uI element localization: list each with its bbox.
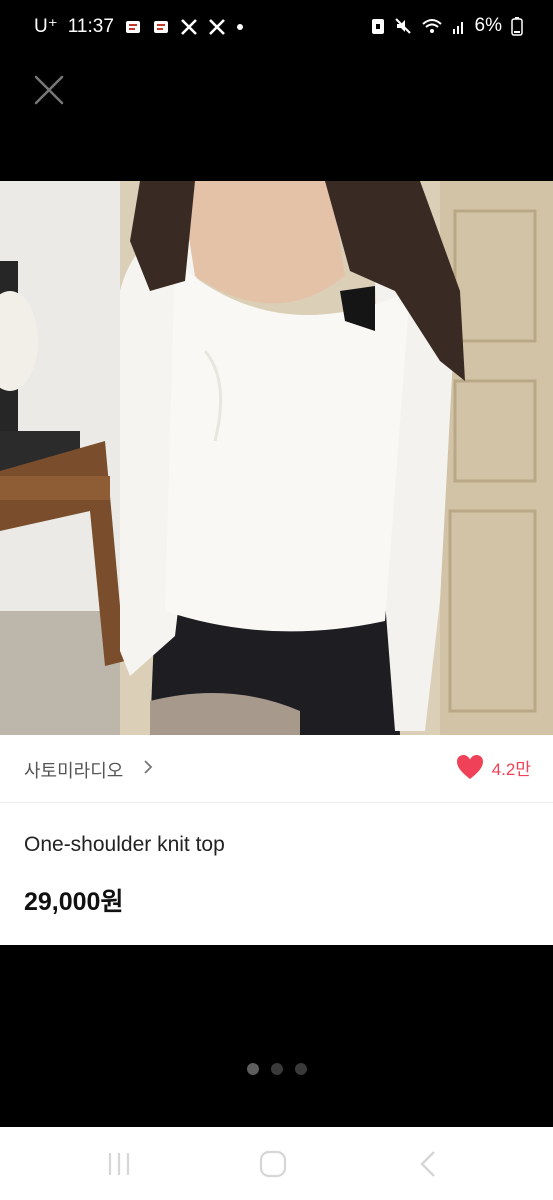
more-notifications-icon	[236, 23, 243, 30]
status-right: 6%	[371, 15, 523, 37]
shop-row[interactable]: 사토미라디오 4.2만	[0, 735, 553, 803]
pager-dot[interactable]	[246, 1063, 259, 1075]
heart-icon[interactable]	[456, 754, 484, 780]
system-nav-bar	[0, 1127, 553, 1200]
clock: 11:37	[67, 15, 114, 37]
chevron-right-icon[interactable]	[143, 759, 153, 775]
battery-percent: 6%	[474, 15, 502, 36]
product-photo	[0, 181, 553, 735]
battery-icon	[511, 17, 523, 36]
close-button[interactable]	[32, 73, 66, 107]
status-left: U⁺ 11:37	[34, 15, 244, 38]
pager-dot[interactable]	[270, 1063, 283, 1075]
x-app-icon	[208, 18, 225, 35]
app-notification-icon	[153, 20, 168, 33]
home-button[interactable]	[256, 1147, 290, 1181]
recent-apps-button[interactable]	[102, 1147, 136, 1181]
shop-name[interactable]: 사토미라디오	[24, 757, 123, 783]
status-bar: U⁺ 11:37 6%	[0, 0, 553, 56]
signal-icon	[452, 22, 463, 34]
product-title: One-shoulder knit top	[24, 833, 225, 856]
card-pager-dots	[0, 1063, 553, 1075]
like-button[interactable]: 4.2만	[456, 754, 531, 780]
product-price: 29,000원	[24, 888, 124, 916]
like-count: 4.2만	[491, 759, 531, 779]
data-saver-icon	[371, 19, 384, 34]
product-card[interactable]: 사토미라디오 4.2만 One-shoulder knit top 29,000…	[0, 735, 553, 945]
pager-dot[interactable]	[294, 1063, 307, 1075]
app-notification-icon	[125, 20, 140, 33]
x-app-icon	[180, 18, 197, 35]
back-button[interactable]	[412, 1147, 446, 1181]
product-image[interactable]	[0, 181, 553, 735]
wifi-icon	[421, 19, 442, 33]
mute-icon	[394, 18, 411, 34]
carrier-label: U⁺	[34, 16, 58, 37]
